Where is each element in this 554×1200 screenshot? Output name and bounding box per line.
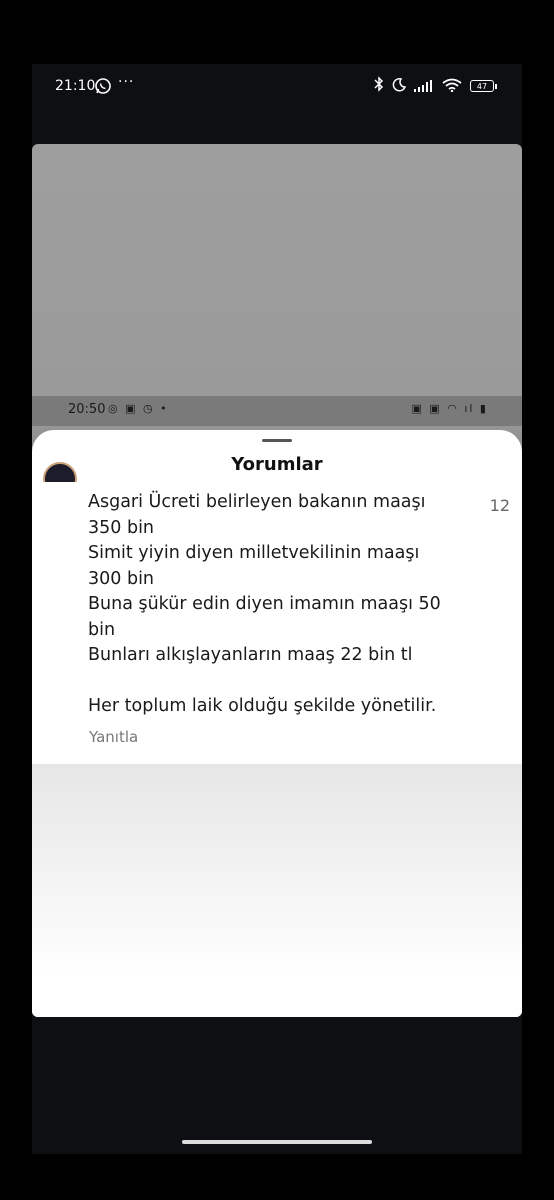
reply-button[interactable]: Yanıtla: [89, 728, 138, 746]
inner-status-bar: 20:50 ◎ ▣ ◷ • ▣ ▣ ◠ ıl ▮: [32, 396, 522, 426]
wifi-icon: [442, 77, 462, 96]
overflow-dots: ···: [118, 74, 135, 90]
home-indicator[interactable]: [182, 1140, 372, 1144]
inner-status-icons-right: ▣ ▣ ◠ ıl ▮: [411, 402, 488, 415]
moon-icon: [392, 77, 407, 96]
faded-area: [32, 764, 522, 1017]
phone-screen: 21:10 ··· 47 20:50 ◎ ▣ ◷ • ▣ ▣ ◠ ıl ▮ Yo…: [32, 64, 522, 1154]
status-icons: 47: [374, 76, 497, 96]
embedded-screenshot: 20:50 ◎ ▣ ◷ • ▣ ▣ ◠ ıl ▮ Yorumlar Asgari…: [32, 144, 522, 1017]
like-count[interactable]: 12: [490, 496, 510, 515]
status-bar: 21:10 ··· 47: [32, 64, 522, 108]
comment-text: Asgari Ücreti belirleyen bakanın maaşı 3…: [88, 492, 441, 716]
drag-handle[interactable]: [262, 439, 292, 442]
status-time: 21:10: [55, 78, 96, 94]
comments-sheet: Yorumlar Asgari Ücreti belirleyen bakanı…: [32, 430, 522, 1017]
inner-status-icons-left: ◎ ▣ ◷ •: [108, 402, 169, 415]
whatsapp-icon: [94, 77, 112, 95]
bluetooth-icon: [374, 76, 384, 96]
inner-status-time: 20:50: [68, 402, 106, 417]
signal-icon: [414, 77, 434, 96]
battery-icon: 47: [470, 80, 497, 92]
sheet-title: Yorumlar: [231, 454, 323, 475]
